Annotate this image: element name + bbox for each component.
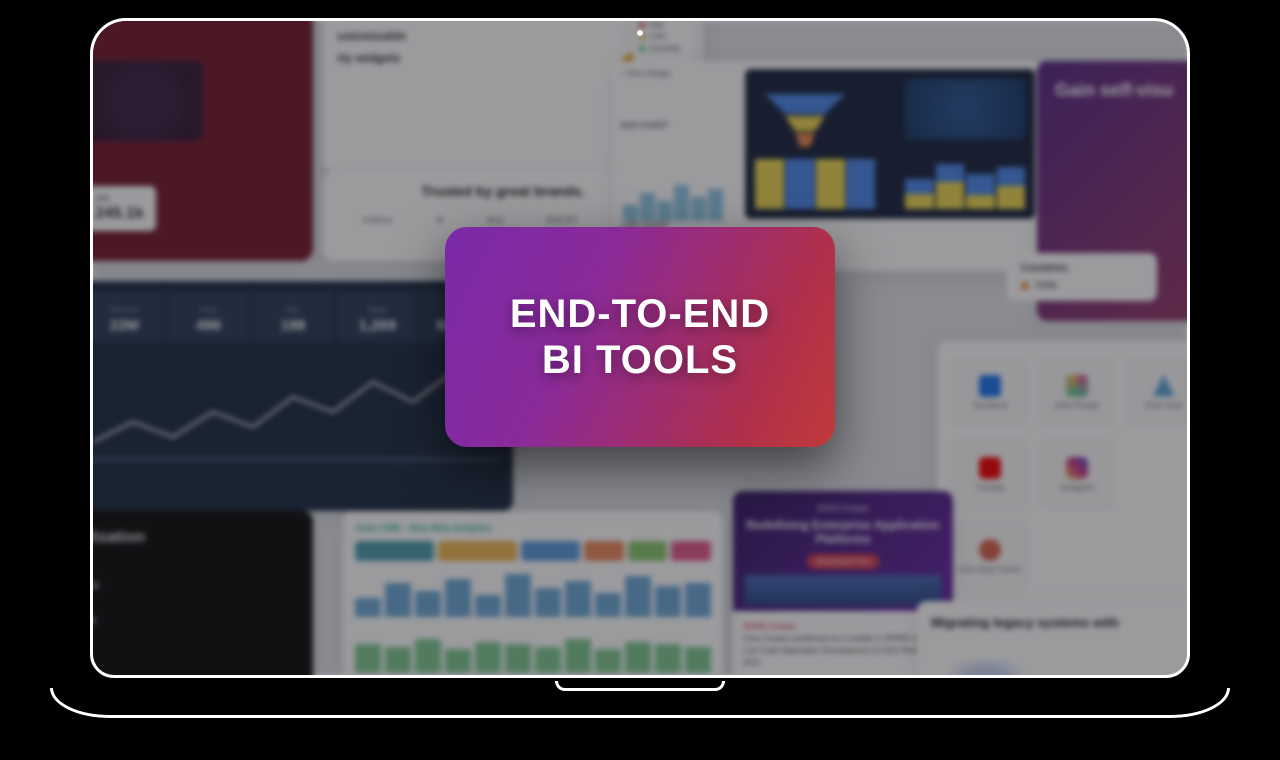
laptop-screen: 1% 245.1k ustomizable rty widgets Italy …	[90, 18, 1190, 678]
paper-plane-icon	[917, 677, 941, 678]
laptop-base	[50, 688, 1230, 718]
hero-line2: BI TOOLS	[542, 338, 738, 382]
hero-line1: END-TO-END	[510, 292, 770, 336]
camera-icon	[637, 30, 643, 36]
laptop-frame: 1% 245.1k ustomizable rty widgets Italy …	[90, 18, 1190, 718]
hero-badge: END-TO-END BI TOOLS	[445, 227, 835, 447]
hero-title: END-TO-END BI TOOLS	[510, 291, 770, 383]
